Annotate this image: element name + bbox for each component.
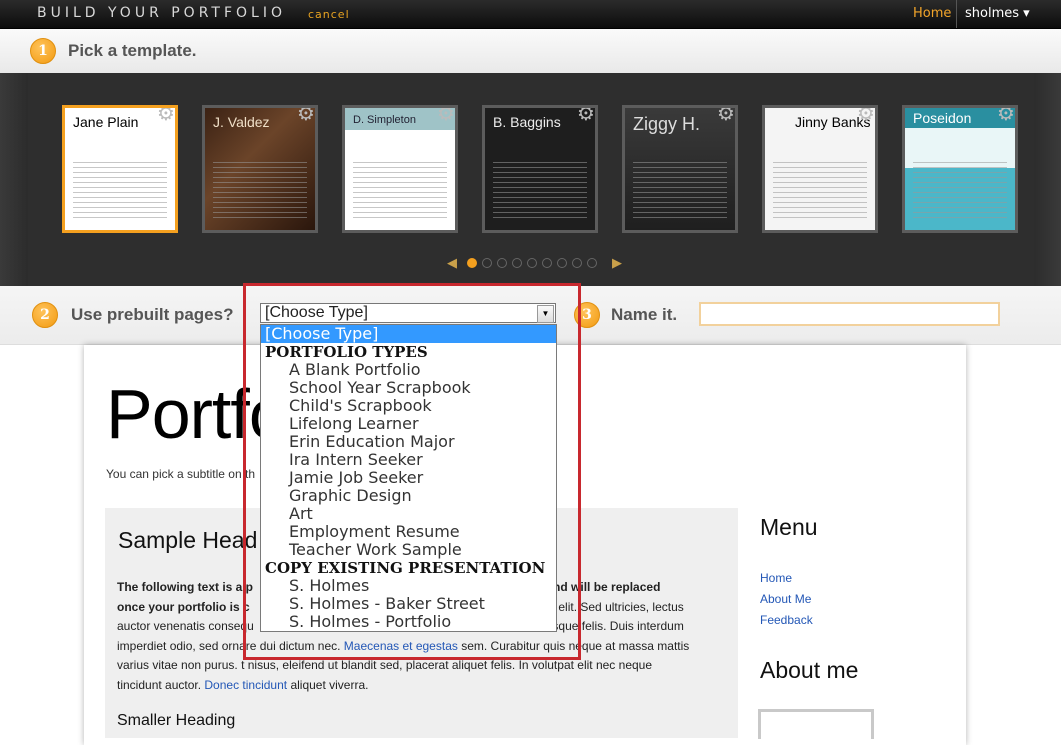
body-line-6b: aliquet viverra.	[287, 677, 369, 692]
gear-icon[interactable]: ⚙	[855, 108, 875, 124]
template-name: D. Simpleton	[353, 114, 416, 126]
pager-dot[interactable]	[482, 258, 492, 268]
carousel-pager: ◀ ▶	[0, 256, 1061, 271]
pager-dot[interactable]	[527, 258, 537, 268]
preview-subtitle: You can pick a subtitle on th	[106, 467, 255, 481]
about-image-frame	[758, 709, 874, 739]
pager-dot[interactable]	[557, 258, 567, 268]
pager-dot[interactable]	[497, 258, 507, 268]
body-line-6a: tincidunt auctor.	[117, 677, 205, 692]
body-line-5a: varius vitae non purus.	[117, 658, 242, 672]
user-menu[interactable]: sholmes ▾	[956, 0, 1061, 28]
template-name: Jane Plain	[73, 114, 139, 130]
step-2-badge: 2	[32, 302, 58, 328]
next-arrow-icon[interactable]: ▶	[612, 256, 622, 271]
step-1-badge: 1	[30, 38, 56, 64]
template-ziggy-h[interactable]: Ziggy H. ⚙	[622, 105, 738, 233]
body-line-3a: auctor venenatis consequ	[117, 619, 254, 633]
prev-arrow-icon[interactable]: ◀	[447, 256, 457, 271]
body-line-5b: t nisus, eleifend ut blandit sed, placer…	[241, 658, 653, 672]
pager-dot[interactable]	[467, 258, 477, 268]
preview-about-heading: About me	[760, 657, 859, 683]
template-preview	[633, 162, 727, 222]
cancel-link[interactable]: cancel	[308, 8, 350, 21]
body-bold: The following text is a p	[117, 580, 254, 594]
template-b-baggins[interactable]: B. Baggins ⚙	[482, 105, 598, 233]
carousel-track: Jane Plain ⚙ J. Valdez ⚙ D. Simpleton ⚙ …	[28, 73, 1034, 286]
template-preview	[913, 162, 1007, 222]
menu-link-home[interactable]: Home	[760, 571, 792, 585]
menu-link-feedback[interactable]: Feedback	[760, 613, 813, 627]
template-name: B. Baggins	[493, 114, 561, 130]
preview-smaller-heading: Smaller Heading	[117, 712, 236, 729]
highlight-box	[243, 283, 581, 660]
step-1-header: 1 Pick a template.	[0, 29, 1061, 73]
template-name: Poseidon	[913, 110, 972, 126]
template-name: J. Valdez	[213, 114, 270, 130]
template-poseidon[interactable]: Poseidon ⚙	[902, 105, 1018, 233]
home-link[interactable]: Home	[913, 6, 951, 21]
template-preview	[493, 162, 587, 222]
portfolio-name-input[interactable]	[699, 302, 1000, 326]
preview-sample-heading: Sample Head	[118, 527, 258, 553]
template-name: Ziggy H.	[633, 114, 701, 134]
menu-link-about-me[interactable]: About Me	[760, 592, 811, 606]
template-preview	[353, 162, 447, 222]
gear-icon[interactable]: ⚙	[995, 108, 1015, 124]
template-jane-plain[interactable]: Jane Plain ⚙	[62, 105, 178, 233]
app-title: BUILD YOUR PORTFOLIO	[37, 5, 286, 21]
gear-icon[interactable]: ⚙	[575, 108, 595, 124]
gear-icon[interactable]: ⚙	[715, 108, 735, 124]
template-preview	[73, 162, 167, 222]
pager-dot[interactable]	[542, 258, 552, 268]
gear-icon[interactable]: ⚙	[295, 108, 315, 124]
top-bar: BUILD YOUR PORTFOLIO cancel Home sholmes…	[0, 0, 1061, 29]
donec-link[interactable]: Donec tincidunt	[204, 678, 287, 692]
template-j-valdez[interactable]: J. Valdez ⚙	[202, 105, 318, 233]
template-preview	[213, 162, 307, 222]
template-carousel: Jane Plain ⚙ J. Valdez ⚙ D. Simpleton ⚙ …	[0, 73, 1061, 286]
pager-dot[interactable]	[512, 258, 522, 268]
step-1-label: Pick a template.	[68, 41, 197, 60]
pager-dot[interactable]	[587, 258, 597, 268]
preview-menu-heading: Menu	[760, 514, 818, 540]
gear-icon[interactable]: ⚙	[155, 108, 175, 124]
pager-dot[interactable]	[572, 258, 582, 268]
template-d-simpleton[interactable]: D. Simpleton ⚙	[342, 105, 458, 233]
template-preview	[773, 162, 867, 222]
step-2-label: Use prebuilt pages?	[71, 305, 234, 324]
body-bold-3: once your portfolio is c	[117, 599, 250, 614]
template-jinny-banks[interactable]: Jinny Banks ⚙	[762, 105, 878, 233]
gear-icon[interactable]: ⚙	[435, 108, 455, 124]
step-3-label: Name it.	[611, 305, 678, 324]
